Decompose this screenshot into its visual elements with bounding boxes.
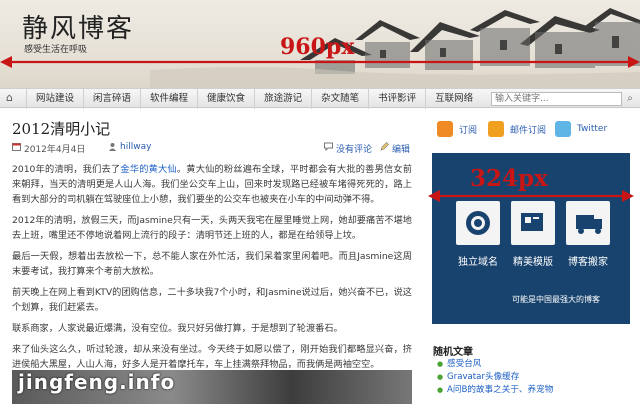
globe-icon (456, 201, 500, 245)
nav-item-essays[interactable]: 杂文随笔 (311, 89, 368, 109)
jinhua-link[interactable]: 金华的黄大仙 (120, 164, 177, 175)
comments-link[interactable]: 没有评论 (336, 142, 372, 155)
width-annotation-324: 324px (470, 165, 548, 192)
watermark: jingfeng.info (18, 370, 176, 394)
site-header: 静风博客 感受生活在呼吸 960px (0, 0, 640, 88)
site-subtitle: 感受生活在呼吸 (24, 45, 88, 55)
post-paragraph: 联系商家，人家说最近爆满，没有空位。我只好另做打算，于是想到了轮渡番石。 (12, 323, 343, 334)
ad-footer-text: 可能是中国最强大的博客 (512, 295, 600, 304)
list-item[interactable]: Gravatar头像缓存 (437, 371, 553, 384)
home-icon[interactable]: ⌂ (6, 92, 20, 104)
ad-label-migration: 博客搬家 (568, 257, 608, 268)
list-item[interactable]: 感受台风 (437, 358, 553, 371)
ad-label-templates: 精美模版 (513, 257, 553, 268)
twitter-link[interactable]: Twitter (555, 118, 607, 140)
post-paragraph: 最后一天假，想着出去放松一下，总不能人家在外忙活，我们呆着家里闲着吧。而且Jas… (12, 251, 412, 277)
search-icon[interactable]: ⌕ (624, 92, 636, 106)
rss-icon (437, 121, 453, 137)
post-title[interactable]: 2012清明小记 (12, 118, 412, 138)
comment-icon (324, 142, 333, 151)
random-posts-title: 随机文章 (433, 347, 473, 358)
truck-icon (566, 201, 610, 245)
post-paragraph: 来了仙头这么久，听过轮渡，却从来没有坐过。今天终于如愿以偿了，刚开始我们都略显兴… (12, 344, 412, 370)
nav-item-reviews[interactable]: 书评影评 (368, 89, 425, 109)
post-author[interactable]: hillway (120, 142, 151, 152)
twitter-icon (555, 121, 571, 137)
nav-item-chat[interactable]: 闲言碎语 (83, 89, 140, 109)
nav-item-website[interactable]: 网站建设 (26, 89, 83, 109)
calendar-icon (12, 143, 21, 151)
nav-item-programming[interactable]: 软件编程 (140, 89, 197, 109)
email-icon (488, 121, 504, 137)
post-paragraph: 2010年的清明，我们去了金华的黄大仙。黄大仙的粉丝遍布全球，平时都会有大批的善… (12, 164, 413, 205)
post-article: 2012清明小记 2012年4月4日 hillway 没有评论 编辑 2010年… (12, 118, 412, 372)
search-input[interactable] (491, 92, 622, 106)
nav-item-health[interactable]: 健康饮食 (197, 89, 254, 109)
site-title[interactable]: 静风博客 (22, 8, 134, 45)
rss-subscribe[interactable]: 订阅 (437, 118, 477, 140)
edit-link[interactable]: 编辑 (392, 142, 410, 155)
user-icon (109, 143, 116, 151)
email-subscribe[interactable]: 邮件订阅 (488, 118, 546, 140)
nav-item-internet[interactable]: 互联网络 (425, 89, 482, 109)
list-item[interactable]: A问B的故事之关于、养宠物 (437, 384, 553, 397)
edit-icon (380, 142, 389, 151)
width-annotation-960: 960px (280, 34, 355, 60)
ad-label-domain: 独立域名 (458, 257, 498, 268)
nav-item-travel[interactable]: 旅途游记 (254, 89, 311, 109)
random-posts-list: 感受台风 Gravatar头像缓存 A问B的故事之关于、养宠物 (437, 358, 553, 397)
post-date: 2012年4月4日 (24, 145, 86, 155)
post-paragraph: 2012年的清明，放假三天，而Jasmine只有一天，头两天我宅在屋里睡觉上网，… (12, 215, 412, 241)
template-icon (511, 201, 555, 245)
post-paragraph: 前天晚上在网上看到KTV的团购信息，二十多块我7个小时，和Jasmine说过后，… (12, 287, 412, 313)
nav-menu: 网站建设 闲言碎语 软件编程 健康饮食 旅途游记 杂文随笔 书评影评 互联网络 (26, 89, 482, 109)
post-meta: 2012年4月4日 hillway 没有评论 编辑 (12, 140, 412, 156)
main-nav: ⌂ 网站建设 闲言碎语 软件编程 健康饮食 旅途游记 杂文随笔 书评影评 互联网… (0, 88, 640, 109)
